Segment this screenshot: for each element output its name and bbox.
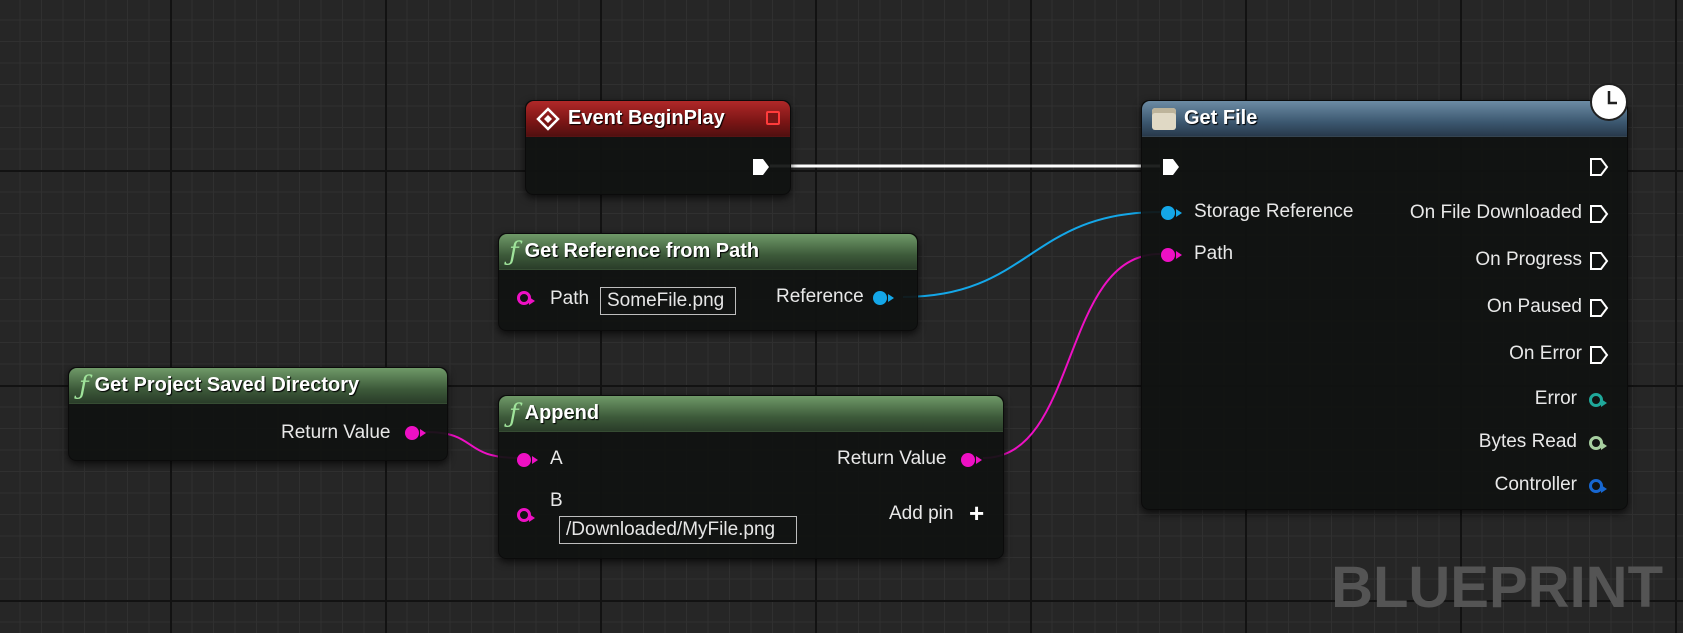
function-icon: ƒ bbox=[509, 398, 519, 429]
exec-in-pin[interactable] bbox=[1161, 157, 1181, 177]
output-delegate-icon[interactable] bbox=[766, 111, 780, 125]
on-file-downloaded-label: On File Downloaded bbox=[1409, 202, 1582, 223]
return-value-output-pin[interactable] bbox=[405, 426, 426, 440]
input-b-value-field[interactable] bbox=[559, 516, 797, 544]
get-file-node[interactable]: Get File Storage Reference Path On File … bbox=[1141, 83, 1628, 510]
get-project-saved-directory-node[interactable]: ƒ Get Project Saved Directory Return Val… bbox=[68, 367, 448, 461]
event-diamond-icon bbox=[536, 106, 560, 131]
async-task-icon bbox=[1152, 107, 1176, 130]
get-file-header[interactable]: Get File bbox=[1142, 101, 1627, 137]
node-title: Get File bbox=[1184, 107, 1258, 129]
storage-reference-label: Storage Reference bbox=[1194, 201, 1354, 222]
on-progress-label: On Progress bbox=[1475, 249, 1582, 270]
path-input-pin[interactable] bbox=[1161, 248, 1182, 262]
reference-wire[interactable] bbox=[902, 211, 1161, 298]
clock-icon bbox=[1590, 83, 1628, 121]
input-a-label: A bbox=[550, 448, 563, 469]
get-project-saved-directory-header[interactable]: ƒ Get Project Saved Directory bbox=[69, 368, 447, 404]
on-error-pin[interactable] bbox=[1589, 345, 1609, 365]
blueprint-watermark: BLUEPRINT bbox=[1331, 555, 1663, 620]
input-b-pin[interactable] bbox=[517, 508, 535, 522]
append-header[interactable]: ƒ Append bbox=[499, 396, 1003, 432]
input-b-label: B bbox=[550, 490, 563, 511]
error-output-pin[interactable] bbox=[1589, 393, 1607, 407]
function-icon: ƒ bbox=[79, 370, 89, 401]
event-beginplay-header[interactable]: Event BeginPlay bbox=[526, 101, 790, 137]
reference-pin-label: Reference bbox=[776, 286, 864, 307]
on-paused-pin[interactable] bbox=[1589, 298, 1609, 318]
function-icon: ƒ bbox=[509, 236, 519, 267]
append-to-path-wire[interactable] bbox=[982, 253, 1161, 459]
path-value-field[interactable] bbox=[600, 287, 736, 315]
controller-output-pin[interactable] bbox=[1589, 479, 1607, 493]
node-title: Get Reference from Path bbox=[524, 240, 760, 262]
return-value-output-pin[interactable] bbox=[961, 453, 982, 467]
add-pin-plus-icon[interactable]: + bbox=[969, 498, 984, 529]
path-pin-label: Path bbox=[550, 288, 590, 309]
bytes-read-output-pin[interactable] bbox=[1589, 436, 1607, 450]
on-file-downloaded-pin[interactable] bbox=[1589, 204, 1609, 224]
get-reference-from-path-node[interactable]: ƒ Get Reference from Path Path Reference bbox=[498, 233, 918, 331]
node-title: Append bbox=[524, 402, 600, 424]
exec-out-pin[interactable] bbox=[1589, 157, 1609, 177]
on-progress-pin[interactable] bbox=[1589, 251, 1609, 271]
event-beginplay-node[interactable]: Event BeginPlay bbox=[525, 100, 791, 195]
storage-reference-input-pin[interactable] bbox=[1161, 206, 1182, 220]
path-label: Path bbox=[1194, 243, 1234, 264]
add-pin-label[interactable]: Add pin bbox=[889, 503, 953, 525]
path-input-pin[interactable] bbox=[517, 291, 535, 305]
input-a-pin[interactable] bbox=[517, 453, 538, 467]
on-error-label: On Error bbox=[1509, 343, 1582, 364]
return-value-label: Return Value bbox=[837, 448, 947, 469]
return-value-label: Return Value bbox=[281, 422, 391, 443]
node-title: Get Project Saved Directory bbox=[94, 374, 360, 396]
append-node[interactable]: ƒ Append A Return Value B Add pin + bbox=[498, 395, 1004, 559]
error-label: Error bbox=[1534, 388, 1577, 409]
controller-label: Controller bbox=[1494, 474, 1577, 495]
reference-output-pin[interactable] bbox=[873, 291, 894, 305]
exec-out-pin[interactable] bbox=[751, 157, 771, 177]
on-paused-label: On Paused bbox=[1486, 296, 1582, 317]
node-title: Event BeginPlay bbox=[568, 107, 725, 129]
get-reference-header[interactable]: ƒ Get Reference from Path bbox=[499, 234, 917, 270]
bytes-read-label: Bytes Read bbox=[1478, 431, 1577, 452]
